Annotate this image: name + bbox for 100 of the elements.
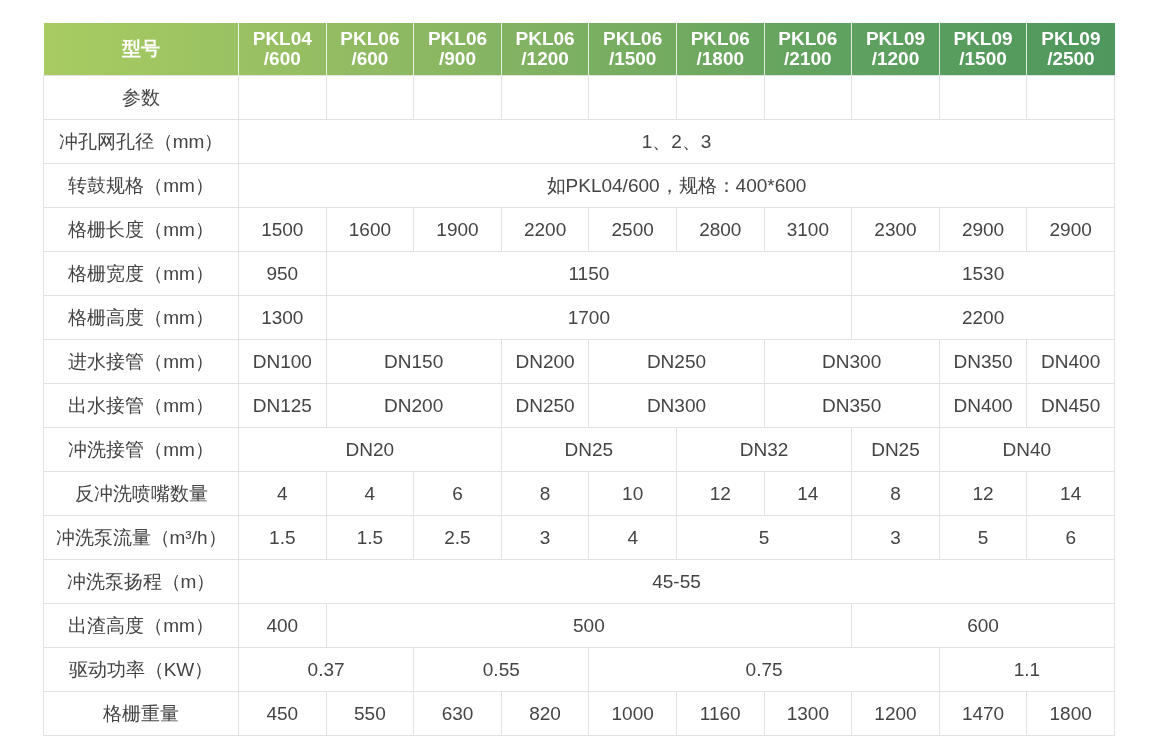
table-cell: DN400 [939,383,1027,428]
table-cell: DN32 [676,427,852,472]
table-cell: 6 [413,471,502,516]
table-cell: DN125 [238,383,327,428]
row-label: 格栅长度（mm） [43,207,239,252]
table-cell: 45-55 [238,559,1115,604]
table-cell: 1.1 [939,647,1115,692]
table-cell: 2900 [939,207,1027,252]
row-label: 冲洗泵流量（m³/h） [43,515,239,560]
table-cell: DN300 [764,339,940,384]
table-cell: 1600 [326,207,414,252]
table-cell: DN250 [588,339,765,384]
table-cell: 2800 [676,207,765,252]
column-header: PKL06 /600 [326,23,414,76]
table-cell: 1000 [588,691,677,736]
table-cell: 2500 [588,207,677,252]
table-cell: 1300 [238,295,327,340]
table-cell: 10 [588,471,677,516]
table-cell: 6 [1026,515,1115,560]
table-cell: 8 [501,471,589,516]
column-header: PKL04 /600 [238,23,327,76]
table-cell: 如PKL04/600，规格：400*600 [238,163,1115,208]
table-cell: 2300 [851,207,940,252]
table-cell: 0.75 [588,647,940,692]
table-cell: 1530 [851,251,1115,296]
table-cell: DN250 [501,383,589,428]
table-cell: 4 [326,471,414,516]
table-cell: DN25 [501,427,677,472]
table-cell: 1200 [851,691,940,736]
column-header: PKL06 /1800 [676,23,765,76]
table-cell: DN25 [851,427,940,472]
column-header: PKL06 /1200 [501,23,589,76]
table-cell: 400 [238,603,327,648]
table-cell: 5 [939,515,1027,560]
table-cell: 14 [764,471,852,516]
table-cell: 2200 [851,295,1115,340]
table-cell: 500 [326,603,852,648]
table-cell: 1700 [326,295,852,340]
table-cell: DN40 [939,427,1115,472]
table-cell: 4 [588,515,677,560]
table-cell: 3100 [764,207,852,252]
table-cell: 600 [851,603,1115,648]
row-label: 格栅宽度（mm） [43,251,239,296]
row-label: 反冲洗喷嘴数量 [43,471,239,516]
row-label: 冲孔网孔径（mm） [43,119,239,164]
table-cell: 3 [501,515,589,560]
table-cell: 0.55 [413,647,589,692]
table-cell: DN450 [1026,383,1115,428]
table-cell: 2.5 [413,515,502,560]
table-cell: DN400 [1026,339,1115,384]
column-header: PKL06 /900 [413,23,502,76]
table-cell: DN300 [588,383,765,428]
table-cell: 3 [851,515,940,560]
table-cell: 12 [939,471,1027,516]
column-header: PKL09 /1500 [939,23,1027,76]
table-cell: DN150 [326,339,502,384]
table-cell: 1、2、3 [238,119,1115,164]
table-cell: 2900 [1026,207,1115,252]
table-cell: DN100 [238,339,327,384]
table-cell: 8 [851,471,940,516]
table-cell: 450 [238,691,327,736]
table-cell: 1500 [238,207,327,252]
table-cell: 1160 [676,691,765,736]
table-cell: 1800 [1026,691,1115,736]
table-cell: DN200 [501,339,589,384]
table-cell: 5 [676,515,852,560]
row-label: 参数 [43,75,239,120]
table-cell: 1150 [326,251,852,296]
table-cell: 14 [1026,471,1115,516]
column-header: 型号 [43,23,239,76]
row-label: 格栅高度（mm） [43,295,239,340]
column-header: PKL09 /2500 [1026,23,1115,76]
column-header: PKL09 /1200 [851,23,940,76]
row-label: 转鼓规格（mm） [43,163,239,208]
row-label: 冲洗接管（mm） [43,427,239,472]
column-header: PKL06 /1500 [588,23,677,76]
row-label: 格栅重量 [43,691,239,736]
table-cell: 630 [413,691,502,736]
row-label: 进水接管（mm） [43,339,239,384]
row-label: 驱动功率（KW） [43,647,239,692]
table-cell: 950 [238,251,327,296]
table-cell: 820 [501,691,589,736]
table-cell: DN350 [764,383,940,428]
table-cell: DN20 [238,427,502,472]
row-label: 出水接管（mm） [43,383,239,428]
table-cell: DN200 [326,383,502,428]
table-cell: 1300 [764,691,852,736]
table-cell: 2200 [501,207,589,252]
row-label: 冲洗泵扬程（m） [43,559,239,604]
table-cell: 12 [676,471,765,516]
table-cell: 1900 [413,207,502,252]
table-cell: 550 [326,691,414,736]
table-cell: DN350 [939,339,1027,384]
table-cell: 0.37 [238,647,414,692]
table-cell: 1.5 [326,515,414,560]
column-header: PKL06 /2100 [764,23,852,76]
table-cell: 4 [238,471,327,516]
row-label: 出渣高度（mm） [43,603,239,648]
table-cell: 1.5 [238,515,327,560]
table-cell: 1470 [939,691,1027,736]
